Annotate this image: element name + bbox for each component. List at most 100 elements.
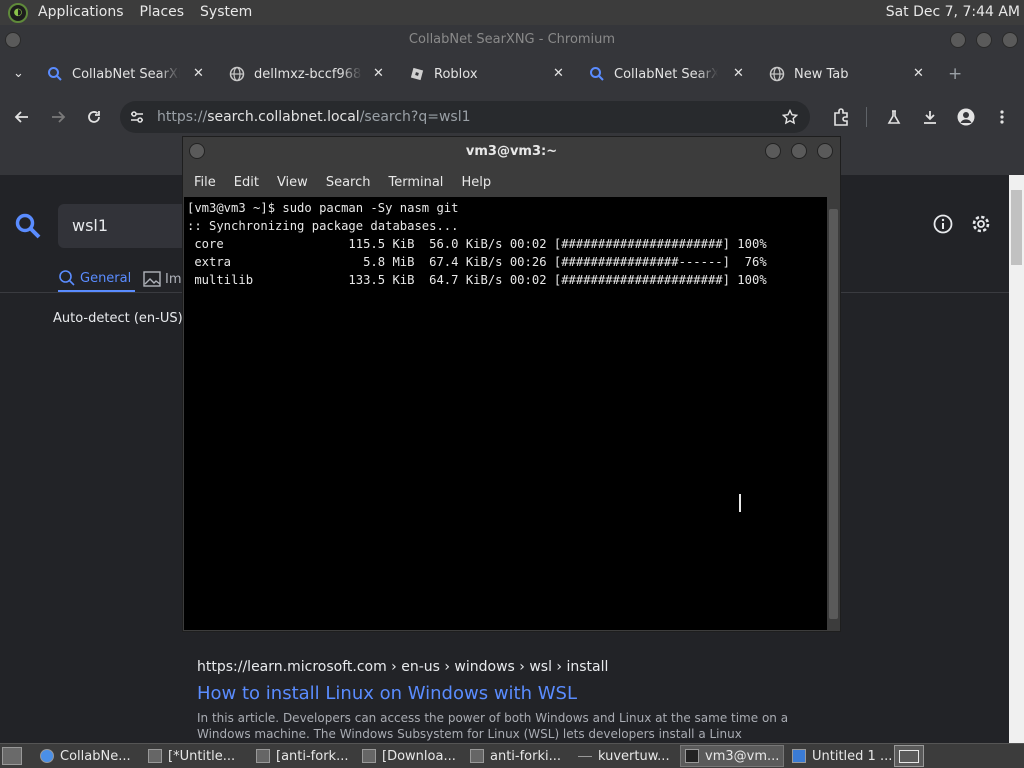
- tab-collabnet-2[interactable]: CollabNet SearXNG: [589, 55, 718, 93]
- result-title-link[interactable]: How to install Linux on Windows with WSL: [197, 683, 577, 704]
- taskbar-label: anti-forki...: [490, 748, 562, 764]
- tab-roblox[interactable]: Roblox: [409, 55, 544, 93]
- back-arrow-icon[interactable]: [6, 101, 38, 133]
- menu-search[interactable]: Search: [317, 175, 380, 190]
- workspace-switcher[interactable]: [894, 745, 924, 767]
- download-icon[interactable]: [914, 101, 946, 133]
- terminal-line: [vm3@vm3 ~]$ sudo pacman -Sy nasm git: [187, 201, 459, 215]
- tab-new-tab[interactable]: New Tab: [769, 55, 904, 93]
- terminal-icon: [685, 749, 699, 763]
- folder-icon: [362, 749, 376, 763]
- forward-arrow-icon[interactable]: [42, 101, 74, 133]
- page-scrollbar-thumb[interactable]: [1011, 190, 1022, 265]
- url-text[interactable]: https://search.collabnet.local/search?q=…: [157, 101, 471, 133]
- tab-title: dellmxz-bccf9689: [254, 66, 362, 82]
- minimize-button[interactable]: [950, 32, 966, 48]
- profile-avatar-icon[interactable]: [950, 101, 982, 133]
- tab-title: New Tab: [794, 66, 849, 82]
- terminal-line: extra 5.8 MiB 67.4 KiB/s 00:26 [########…: [187, 255, 767, 269]
- search-icon: [589, 66, 605, 82]
- show-desktop-icon[interactable]: [2, 747, 22, 765]
- menu-applications[interactable]: Applications: [30, 0, 132, 25]
- kebab-menu-icon[interactable]: [986, 101, 1018, 133]
- folder-icon: [256, 749, 270, 763]
- tab-close-icon[interactable]: ✕: [553, 55, 564, 93]
- taskbar-label: vm3@vm...: [705, 748, 780, 764]
- taskbar-item-untitled-editor[interactable]: [*Untitle...: [144, 745, 248, 767]
- taskbar-item-chromium[interactable]: CollabNe...: [36, 745, 140, 767]
- workspace-thumb: [899, 750, 919, 763]
- close-button[interactable]: [817, 143, 833, 159]
- image-icon: [143, 271, 161, 287]
- search-icon: [47, 66, 63, 82]
- taskbar-item-terminal[interactable]: vm3@vm...: [680, 745, 784, 767]
- taskbar-item-anti-forking[interactable]: anti-forki...: [466, 745, 570, 767]
- menu-places[interactable]: Places: [132, 0, 193, 25]
- terminal-line: multilib 133.5 KiB 64.7 KiB/s 00:02 [###…: [187, 273, 767, 287]
- language-autodetect[interactable]: Auto-detect (en-US): [53, 311, 183, 326]
- folder-icon: [470, 749, 484, 763]
- text-cursor-ibeam-icon: [739, 494, 741, 512]
- searxng-logo-search-icon[interactable]: [14, 212, 42, 244]
- labs-flask-icon[interactable]: [878, 101, 910, 133]
- new-tab-plus-icon[interactable]: +: [948, 55, 962, 93]
- tab-title: CollabNet SearXNG: [614, 66, 718, 82]
- terminal-title: vm3@vm3:~: [465, 144, 558, 159]
- terminal-output: [vm3@vm3 ~]$ sudo pacman -Sy nasm git:: …: [187, 199, 767, 289]
- menu-terminal[interactable]: Terminal: [379, 175, 452, 190]
- taskbar-item-downloads[interactable]: [Downloa...: [358, 745, 462, 767]
- menu-edit[interactable]: Edit: [225, 175, 268, 190]
- bookmark-star-icon[interactable]: [774, 101, 806, 133]
- url-host: search.collabnet.local: [207, 109, 360, 125]
- minimize-button[interactable]: [765, 143, 781, 159]
- chromium-icon: [40, 749, 54, 763]
- taskbar-item-untitled-doc[interactable]: Untitled 1 ...: [788, 745, 892, 767]
- tab-close-icon[interactable]: ✕: [373, 55, 384, 93]
- site-info-tune-icon[interactable]: [121, 101, 153, 133]
- maximize-button[interactable]: [791, 143, 807, 159]
- roblox-icon: [409, 66, 425, 82]
- close-window-button[interactable]: [1002, 32, 1018, 48]
- terminal-scrollbar-thumb[interactable]: [829, 209, 838, 619]
- text-editor-icon: [148, 749, 162, 763]
- window-menu-button[interactable]: [5, 32, 21, 48]
- reload-icon[interactable]: [78, 101, 110, 133]
- taskbar-label: CollabNe...: [60, 748, 131, 764]
- menu-help[interactable]: Help: [452, 175, 500, 190]
- category-label: General: [80, 270, 132, 286]
- clock[interactable]: Sat Dec 7, 7:44 AM: [886, 0, 1020, 25]
- top-panel: ◐ Applications Places System Sat Dec 7, …: [0, 0, 1024, 25]
- taskbar-label: Untitled 1 ...: [812, 748, 892, 764]
- tab-title: Roblox: [434, 66, 478, 82]
- taskbar-label: [Downloa...: [382, 748, 456, 764]
- result-url[interactable]: https://learn.microsoft.com › en-us › wi…: [197, 659, 608, 675]
- tab-search-chevron-icon[interactable]: ⌄: [13, 55, 24, 93]
- taskbar-label: [anti-fork...: [276, 748, 349, 764]
- menu-file[interactable]: File: [185, 175, 225, 190]
- writer-document-icon: [792, 749, 806, 763]
- tab-close-icon[interactable]: ✕: [193, 55, 204, 93]
- info-icon[interactable]: [933, 214, 953, 238]
- terminal-window[interactable]: vm3@vm3:~ File Edit View Search Terminal…: [182, 136, 841, 632]
- maximize-button[interactable]: [976, 32, 992, 48]
- taskbar-label: kuvertuw...: [598, 748, 670, 764]
- settings-gear-icon[interactable]: [971, 214, 991, 238]
- taskbar-item-anti-fork-folder[interactable]: [anti-fork...: [252, 745, 356, 767]
- menu-view[interactable]: View: [268, 175, 317, 190]
- url-scheme: https://: [157, 109, 208, 125]
- search-query-text[interactable]: wsl1: [72, 204, 108, 248]
- category-tab-general[interactable]: General: [58, 266, 136, 292]
- globe-icon: [769, 66, 785, 82]
- tab-dellmxz[interactable]: dellmxz-bccf9689: [229, 55, 362, 93]
- taskbar-item-kuvertuw[interactable]: kuvertuw...: [574, 745, 678, 767]
- toolbar-divider: [866, 107, 867, 127]
- distro-logo-icon[interactable]: ◐: [8, 2, 28, 23]
- tab-close-icon[interactable]: ✕: [733, 55, 744, 93]
- search-icon: [59, 270, 75, 286]
- terminal-line: :: Synchronizing package databases...: [187, 219, 459, 233]
- tab-collabnet-1[interactable]: CollabNet SearXNG: [47, 55, 180, 93]
- terminal-line: core 115.5 KiB 56.0 KiB/s 00:02 [#######…: [187, 237, 767, 251]
- extensions-puzzle-icon[interactable]: [825, 101, 857, 133]
- menu-system[interactable]: System: [192, 0, 260, 25]
- tab-close-icon[interactable]: ✕: [913, 55, 924, 93]
